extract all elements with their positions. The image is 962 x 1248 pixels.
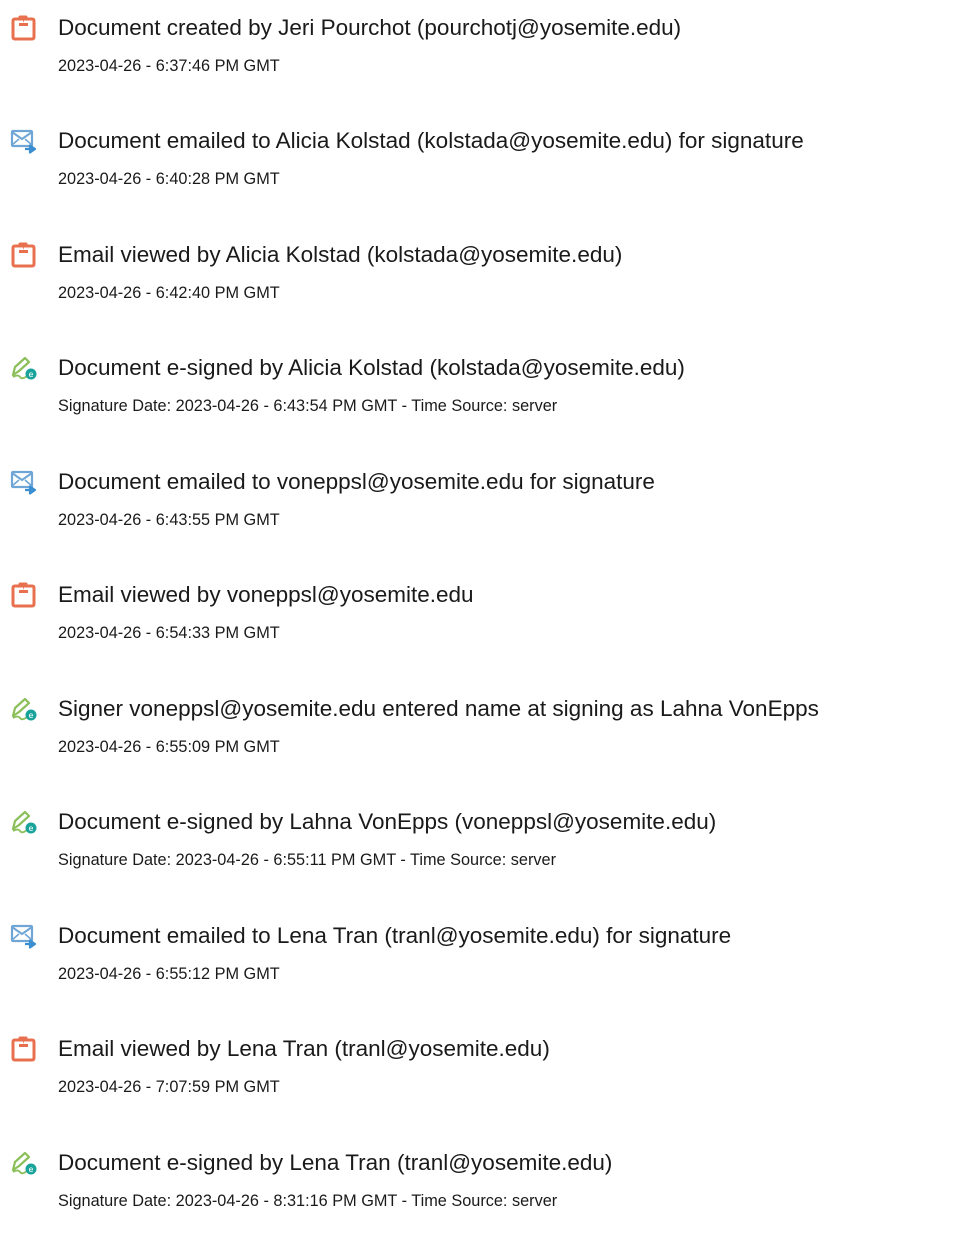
audit-entry: Document created by Jeri Pourchot (pourc… [0,13,962,113]
svg-text:e: e [29,824,34,833]
email-viewed-icon [10,242,38,268]
audit-entry-timestamp: 2023-04-26 - 6:42:40 PM GMT [58,284,280,302]
document-emailed-icon [10,128,38,154]
audit-entry-timestamp: Signature Date: 2023-04-26 - 8:31:16 PM … [58,1192,558,1210]
audit-entry-title: Email viewed by Lena Tran (tranl@yosemit… [58,1036,550,1061]
audit-entry-title: Document emailed to Alicia Kolstad (kols… [58,128,804,153]
document-emailed-icon [10,469,38,495]
document-created-icon [10,15,38,41]
document-emailed-icon [10,923,38,949]
audit-entry-title: Document e-signed by Lena Tran (tranl@yo… [58,1150,613,1175]
audit-entry-timestamp: 2023-04-26 - 6:55:12 PM GMT [58,965,280,983]
e-signed-icon: e [10,1150,38,1176]
audit-entry: Email viewed by Alicia Kolstad (kolstada… [0,240,962,340]
audit-entry-title: Document e-signed by Alicia Kolstad (kol… [58,355,685,380]
svg-text:e: e [29,1165,34,1174]
audit-entry-title: Document emailed to Lena Tran (tranl@yos… [58,923,732,948]
audit-entry: e Document e-signed by Alicia Kolstad (k… [0,353,962,453]
audit-entry-timestamp: Signature Date: 2023-04-26 - 6:55:11 PM … [58,851,557,869]
audit-entry-title: Document e-signed by Lahna VonEpps (vone… [58,809,717,834]
audit-entry: Email viewed by voneppsl@yosemite.edu 20… [0,580,962,680]
audit-entry-timestamp: 2023-04-26 - 6:43:55 PM GMT [58,511,280,529]
email-viewed-icon [10,582,38,608]
e-signed-icon: e [10,809,38,835]
audit-entry: Document emailed to Lena Tran (tranl@yos… [0,921,962,1021]
svg-text:e: e [29,370,34,379]
email-viewed-icon [10,1036,38,1062]
audit-entry: Email viewed by Lena Tran (tranl@yosemit… [0,1034,962,1134]
e-signed-icon: e [10,696,38,722]
audit-entry: e Document e-signed by Lena Tran (tranl@… [0,1148,962,1248]
audit-entry-timestamp: 2023-04-26 - 7:07:59 PM GMT [58,1078,280,1096]
audit-entry: Document emailed to Alicia Kolstad (kols… [0,126,962,226]
audit-entry-title: Document created by Jeri Pourchot (pourc… [58,15,682,40]
audit-entry-timestamp: 2023-04-26 - 6:40:28 PM GMT [58,170,280,188]
svg-text:e: e [29,711,34,720]
audit-entry-timestamp: 2023-04-26 - 6:54:33 PM GMT [58,624,280,642]
audit-entry-timestamp: 2023-04-26 - 6:55:09 PM GMT [58,738,280,756]
audit-entry-title: Document emailed to voneppsl@yosemite.ed… [58,469,655,494]
audit-entry-timestamp: Signature Date: 2023-04-26 - 6:43:54 PM … [58,397,558,415]
audit-entry-title: Signer voneppsl@yosemite.edu entered nam… [58,696,819,721]
audit-entry-title: Email viewed by Alicia Kolstad (kolstada… [58,242,623,267]
audit-entry: e Signer voneppsl@yosemite.edu entered n… [0,694,962,794]
e-signed-icon: e [10,355,38,381]
audit-entry-title: Email viewed by voneppsl@yosemite.edu [58,582,474,607]
audit-entry: e Document e-signed by Lahna VonEpps (vo… [0,807,962,907]
audit-entry-timestamp: 2023-04-26 - 6:37:46 PM GMT [58,57,280,75]
audit-entry: Document emailed to voneppsl@yosemite.ed… [0,467,962,567]
